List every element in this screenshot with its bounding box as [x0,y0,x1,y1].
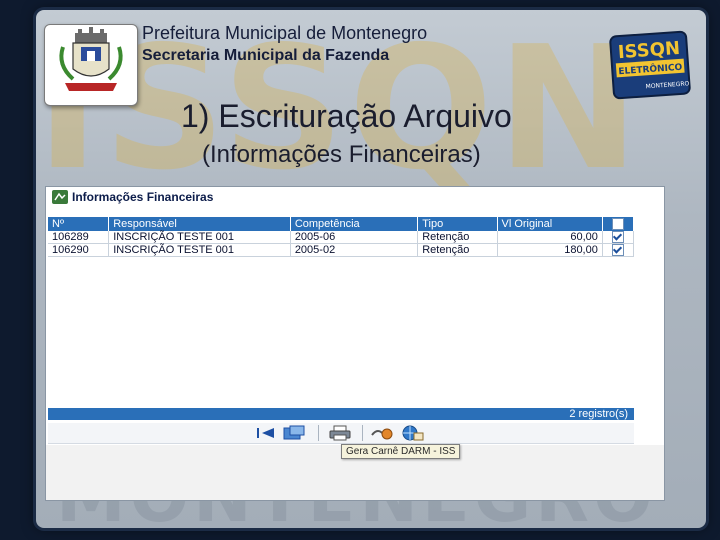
grid-empty-area [48,257,634,407]
window-title: Informações Financeiras [72,190,214,204]
globe-email-icon[interactable] [400,425,424,441]
column-header-vl-original[interactable]: Vl Original [497,217,603,232]
cell-vl-original: 180,00 [497,243,603,258]
cell-numero: 106290 [48,243,110,258]
municipal-crest-icon [44,24,138,106]
cell-tipo: Retenção [417,231,498,245]
cell-select[interactable] [602,243,635,258]
slide-title: 1) Escrituração Arquivo [181,98,512,134]
slide: ISSQN MONTENEGRO Prefeitura Municipal de… [36,10,706,528]
toolbar-separator [362,425,363,441]
generate-darm-icon[interactable] [370,425,394,441]
grid-header-row: Nº Responsável Competência Tipo Vl Origi… [48,217,635,232]
header-title: Prefeitura Municipal de Montenegro [142,23,428,43]
cell-select[interactable] [602,231,635,245]
window-titlebar: Informações Financeiras [48,189,634,205]
cell-competencia: 2005-02 [290,243,419,258]
logo-text-top: ISSQN [617,38,681,63]
cell-tipo: Retenção [417,243,498,258]
column-header-select-all[interactable] [602,217,635,232]
header-subtitle: Secretaria Municipal da Fazenda [142,47,390,64]
row-checkbox[interactable] [611,244,624,257]
select-all-checkbox[interactable] [611,218,624,231]
row-checkbox[interactable] [611,231,624,244]
export-window-icon[interactable] [282,425,306,441]
column-header-responsavel[interactable]: Responsável [108,217,291,232]
financial-info-window: Informações Financeiras Nº Responsável C… [45,186,665,501]
toolbar-separator [318,425,319,441]
window-grid-icon [52,190,68,204]
cell-responsavel: INSCRIÇÃO TESTE 001 [108,231,291,245]
table-row[interactable]: 106289 INSCRIÇÃO TESTE 001 2005-06 Reten… [48,231,635,245]
first-page-icon[interactable] [254,425,278,441]
financial-grid: Nº Responsável Competência Tipo Vl Origi… [48,217,635,258]
cell-responsavel: INSCRIÇÃO TESTE 001 [108,243,291,258]
slide-subtitle: (Informações Financeiras) [202,141,481,168]
grid-statusbar: 2 registro(s) [48,408,634,420]
print-icon[interactable] [328,425,352,441]
column-header-numero[interactable]: Nº [48,217,110,232]
cell-numero: 106289 [48,231,110,245]
column-header-tipo[interactable]: Tipo [417,217,498,232]
cell-competencia: 2005-06 [290,231,419,245]
table-row[interactable]: 106290 INSCRIÇÃO TESTE 001 2005-02 Reten… [48,243,635,258]
column-header-competencia[interactable]: Competência [290,217,419,232]
cell-vl-original: 60,00 [497,231,603,245]
issqn-eletronico-logo: ISSQN ELETRÔNICO MONTENEGRO [608,27,693,102]
grid-toolbar [48,423,634,444]
darm-tooltip: Gera Carnê DARM - ISS [341,444,461,459]
